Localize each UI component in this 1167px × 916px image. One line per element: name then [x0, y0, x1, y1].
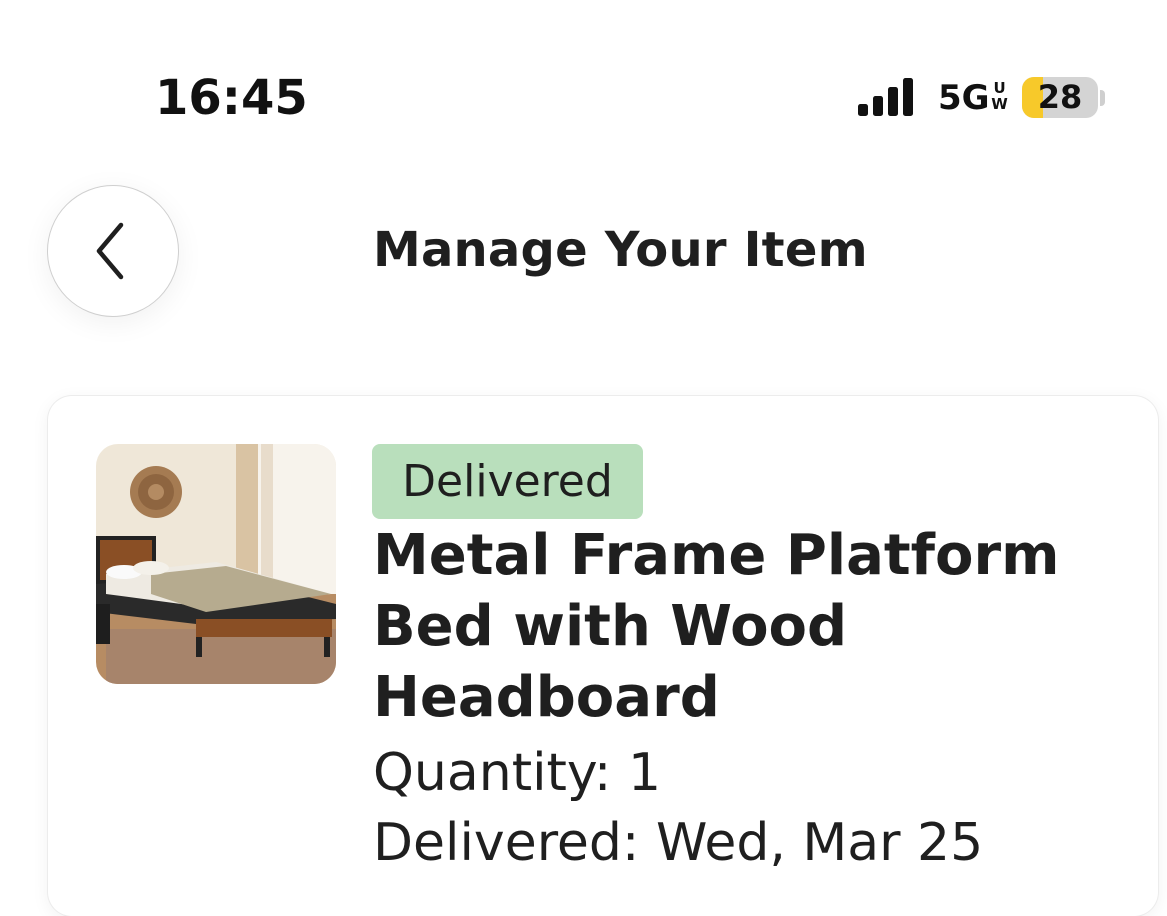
status-bar: 16:45 5G U W 28 [0, 0, 1167, 160]
delivery-date: Delivered: Wed, Mar 25 [373, 813, 984, 873]
item-card[interactable]: Delivered Metal Frame Platform Bed with … [48, 396, 1158, 916]
battery-level: 28 [1037, 78, 1083, 116]
cellular-signal-icon [858, 78, 913, 116]
status-time: 16:45 [155, 70, 308, 126]
back-button[interactable] [47, 185, 179, 317]
network-label: 5G [938, 78, 990, 118]
item-quantity: Quantity: 1 [373, 743, 662, 803]
product-name[interactable]: Metal Frame Platform Bed with Wood Headb… [373, 520, 1113, 733]
network-type: 5G U W [938, 78, 1009, 118]
network-suffix-bottom: W [991, 95, 1008, 113]
product-image[interactable] [96, 444, 336, 684]
network-suffix: UW [991, 80, 1009, 112]
page-title: Manage Your Item [373, 222, 868, 278]
bed-photo [96, 444, 336, 684]
status-badge: Delivered [372, 444, 643, 519]
chevron-left-icon [96, 222, 124, 280]
battery-icon: 28 [1022, 77, 1098, 118]
battery-tip [1100, 90, 1105, 106]
